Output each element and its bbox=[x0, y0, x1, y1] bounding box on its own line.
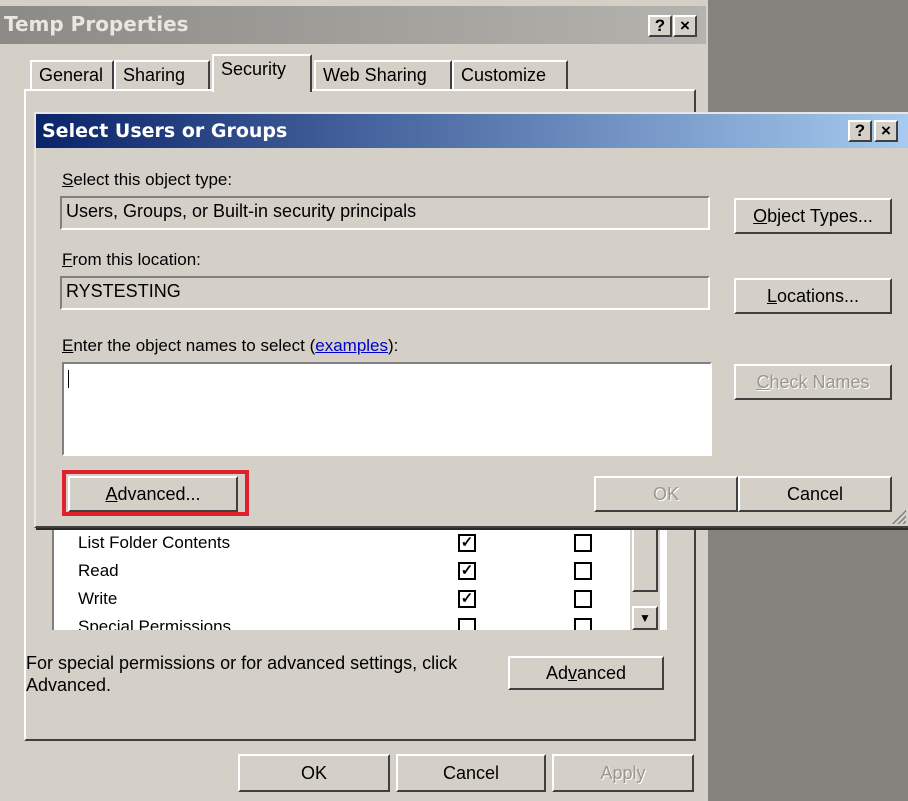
select-users-dialog: Select Users or Groups ? × Select this o… bbox=[34, 112, 908, 528]
properties-help-button[interactable]: ? bbox=[648, 15, 672, 37]
permission-row: List Folder Contents ✓ bbox=[78, 530, 638, 558]
permission-row: Read ✓ bbox=[78, 558, 638, 586]
object-names-label: Enter the object names to select (exampl… bbox=[62, 336, 399, 355]
tab-general[interactable]: General bbox=[30, 60, 114, 90]
permission-row: Write ✓ bbox=[78, 586, 638, 614]
allow-checkbox-read[interactable]: ✓ bbox=[458, 562, 476, 580]
dialog-title: Select Users or Groups bbox=[42, 120, 288, 142]
resize-grip-icon[interactable] bbox=[890, 508, 906, 524]
tab-security[interactable]: Security bbox=[212, 54, 312, 92]
permission-label: Write bbox=[78, 589, 118, 608]
tab-sharing[interactable]: Sharing bbox=[114, 60, 210, 90]
object-type-label: Select this object type: bbox=[62, 170, 233, 189]
properties-title: Temp Properties bbox=[4, 12, 189, 36]
deny-checkbox-special[interactable] bbox=[574, 618, 592, 630]
scroll-down-arrow-icon[interactable]: ▼ bbox=[632, 606, 658, 630]
permissions-scrollbar-thumb[interactable] bbox=[632, 528, 658, 592]
permission-label: List Folder Contents bbox=[78, 533, 231, 552]
location-label: From this location: bbox=[62, 250, 201, 269]
tab-web-sharing[interactable]: Web Sharing bbox=[314, 60, 452, 90]
deny-checkbox-write[interactable] bbox=[574, 590, 592, 608]
deny-checkbox-read[interactable] bbox=[574, 562, 592, 580]
tab-customize[interactable]: Customize bbox=[452, 60, 568, 90]
special-permissions-text: For special permissions or for advanced … bbox=[26, 653, 458, 695]
text-caret bbox=[68, 370, 69, 388]
properties-ok-button[interactable]: OK bbox=[238, 754, 390, 792]
properties-close-button[interactable]: × bbox=[673, 15, 697, 37]
properties-advanced-button[interactable]: Advanced bbox=[508, 656, 664, 690]
dialog-cancel-button[interactable]: Cancel bbox=[738, 476, 892, 512]
allow-checkbox-list-folder[interactable]: ✓ bbox=[458, 534, 476, 552]
dialog-titlebar: Select Users or Groups ? × bbox=[36, 114, 908, 148]
location-field: RYSTESTING bbox=[60, 276, 710, 310]
object-type-field: Users, Groups, or Built-in security prin… bbox=[60, 196, 710, 230]
object-types-button[interactable]: Object Types... bbox=[734, 198, 892, 234]
dialog-close-button[interactable]: × bbox=[874, 120, 898, 142]
examples-link[interactable]: examples bbox=[315, 336, 388, 355]
check-names-button[interactable]: Check Names bbox=[734, 364, 892, 400]
properties-apply-button[interactable]: Apply bbox=[552, 754, 694, 792]
locations-button[interactable]: Locations... bbox=[734, 278, 892, 314]
permissions-list: List Folder Contents ✓ Read ✓ Write ✓ Sp… bbox=[52, 528, 667, 630]
allow-checkbox-write[interactable]: ✓ bbox=[458, 590, 476, 608]
permission-label: Special Permissions bbox=[78, 617, 232, 630]
properties-titlebar: Temp Properties ? × bbox=[0, 6, 706, 44]
properties-cancel-button[interactable]: Cancel bbox=[396, 754, 546, 792]
object-names-input[interactable] bbox=[62, 362, 712, 456]
dialog-ok-button[interactable]: OK bbox=[594, 476, 738, 512]
permission-label: Read bbox=[78, 561, 119, 580]
deny-checkbox-list-folder[interactable] bbox=[574, 534, 592, 552]
dialog-help-button[interactable]: ? bbox=[848, 120, 872, 142]
allow-checkbox-special[interactable] bbox=[458, 618, 476, 630]
permission-row: Special Permissions bbox=[78, 614, 638, 630]
advanced-highlight-box bbox=[62, 470, 249, 516]
